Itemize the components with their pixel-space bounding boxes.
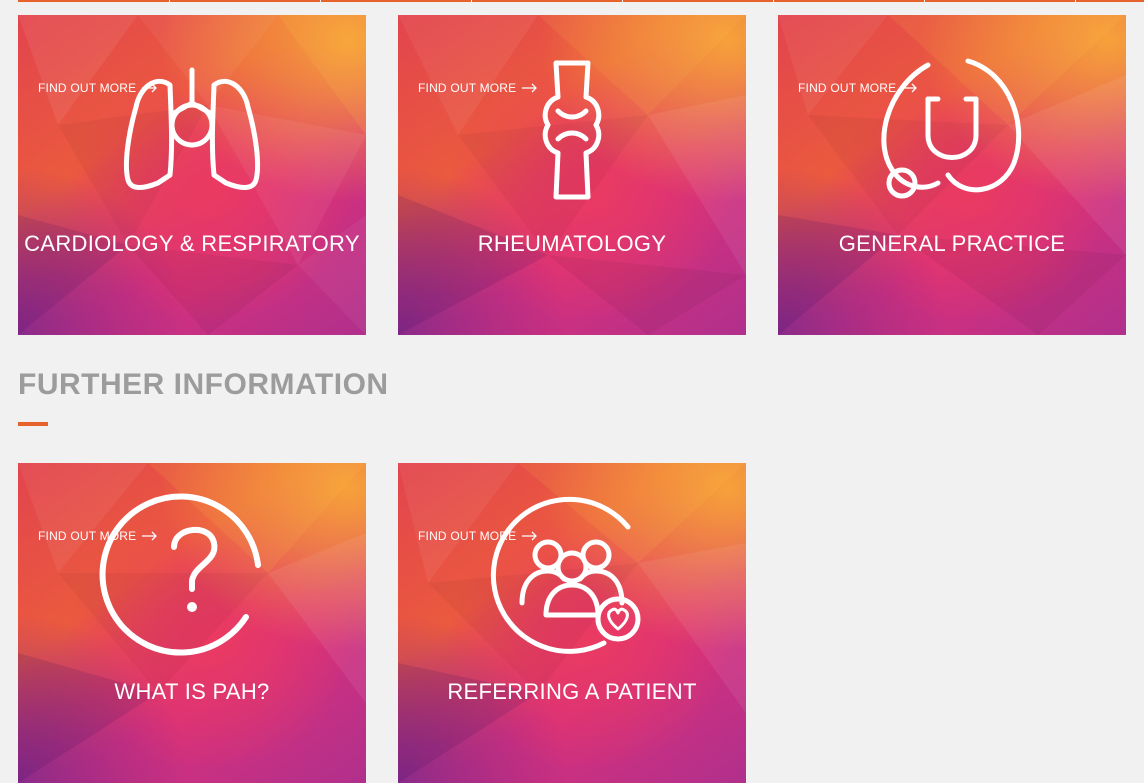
nav-divider — [169, 0, 170, 2]
arrow-right-icon — [522, 83, 538, 93]
nav-divider — [924, 0, 925, 2]
tile-title: REFERRING A PATIENT — [447, 679, 697, 704]
arrow-right-icon — [142, 83, 158, 93]
nav-accent-line — [18, 0, 1144, 2]
section-heading: FURTHER INFORMATION — [18, 368, 389, 401]
nav-divider — [320, 0, 321, 2]
stethoscope-icon — [778, 15, 1126, 335]
tile-title: CARDIOLOGY & RESPIRATORY — [24, 231, 360, 256]
nav-divider — [773, 0, 774, 2]
find-out-more-link[interactable]: FIND OUT MORE — [798, 81, 918, 95]
nav-divider — [622, 0, 623, 2]
tile-general-practice[interactable]: FIND OUT MORE GENERAL PRACTICE — [778, 15, 1126, 335]
tile-title: WHAT IS PAH? — [114, 679, 270, 704]
find-out-more-link[interactable]: FIND OUT MORE — [38, 81, 158, 95]
tile-title: GENERAL PRACTICE — [838, 231, 1066, 256]
find-out-more-link[interactable]: FIND OUT MORE — [418, 81, 538, 95]
arrow-right-icon — [522, 531, 538, 541]
joint-icon — [398, 15, 746, 335]
top-nav-bar — [0, 0, 1144, 2]
cta-label: FIND OUT MORE — [418, 529, 517, 543]
heading-underline — [18, 422, 48, 426]
arrow-right-icon — [902, 83, 918, 93]
cta-label: FIND OUT MORE — [418, 81, 517, 95]
cta-label: FIND OUT MORE — [38, 529, 137, 543]
tile-what-is-pah[interactable]: FIND OUT MORE WHAT IS PAH? — [18, 463, 366, 783]
tile-rheumatology[interactable]: FIND OUT MORE RHEUMATOLOGY — [398, 15, 746, 335]
find-out-more-link[interactable]: FIND OUT MORE — [38, 529, 158, 543]
tile-title: RHEUMATOLOGY — [477, 231, 667, 256]
cta-label: FIND OUT MORE — [38, 81, 137, 95]
nav-divider — [1075, 0, 1076, 2]
arrow-right-icon — [142, 531, 158, 541]
lungs-icon — [18, 15, 366, 335]
find-out-more-link[interactable]: FIND OUT MORE — [418, 529, 538, 543]
cta-label: FIND OUT MORE — [798, 81, 897, 95]
question-icon — [18, 463, 366, 783]
tile-referring-a-patient[interactable]: FIND OUT MORE REFERRING A PATIENT — [398, 463, 746, 783]
patient-group-icon — [398, 463, 746, 783]
nav-divider — [471, 0, 472, 2]
tile-cardiology-respiratory[interactable]: FIND OUT MORE CARDIOLOGY & RESPIRATORY — [18, 15, 366, 335]
